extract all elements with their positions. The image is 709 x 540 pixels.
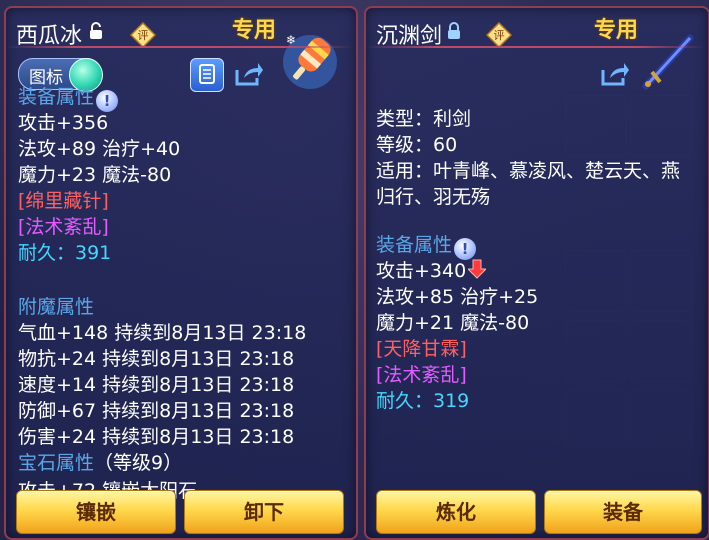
popsicle-icon: ❄ [280, 30, 340, 90]
attr-attack: 攻击+340 [376, 256, 487, 283]
lock-icon[interactable] [446, 22, 462, 40]
enchant-line: 气血+148 持续到8月13日 23:18 [18, 322, 307, 344]
enchant-section-title: 附魔属性 [18, 296, 95, 318]
enchant-line: 伤害+24 持续到8月13日 23:18 [18, 426, 295, 448]
inlay-button[interactable]: 镶嵌 [16, 490, 176, 534]
attr-mana: 魔力+21 魔法-80 [376, 312, 530, 334]
exclusive-label: 专用 [232, 18, 277, 43]
remove-button[interactable]: 卸下 [184, 490, 344, 534]
durability: 耐久：319 [376, 390, 470, 412]
item-tooltip-right: 沉渊剑 评 专用 类型：利剑 等级：60 适用：叶青峰、慕凌风、楚云天、燕 归行… [364, 6, 709, 540]
type-line: 类型：利剑 [376, 108, 472, 130]
divider [366, 46, 704, 48]
exclusive-label: 专用 [594, 18, 639, 43]
fashion-icon[interactable] [190, 58, 224, 92]
svg-text:评: 评 [494, 29, 505, 42]
level-line: 等级：60 [376, 134, 458, 156]
special-skill-2: [法术紊乱] [18, 216, 109, 238]
special-skill-1: [天降甘霖] [376, 338, 467, 360]
item-tooltip-left: 西瓜冰 评 专用 图标 ❄ 装备属性! 攻击+356 法攻+89 治疗+40 魔… [4, 6, 358, 540]
enchant-line: 物抗+24 持续到8月13日 23:18 [18, 348, 295, 370]
attr-mana: 魔力+23 魔法-80 [18, 164, 172, 186]
refine-button[interactable]: 炼化 [376, 490, 536, 534]
suitable-line-cont: 归行、羽无殇 [376, 186, 491, 208]
attr-magic-heal: 法攻+85 治疗+25 [376, 286, 539, 308]
share-icon[interactable] [232, 58, 264, 90]
gem-section-title: 宝石属性（等级9） [18, 452, 183, 474]
attr-attack: 攻击+356 [18, 112, 109, 134]
rating-icon[interactable]: 评 [485, 21, 513, 49]
rating-icon[interactable]: 评 [129, 21, 157, 49]
down-arrow-icon [468, 259, 487, 279]
sword-icon [638, 32, 698, 92]
attr-magic-heal: 法攻+89 治疗+40 [18, 138, 181, 160]
equip-button[interactable]: 装备 [544, 490, 702, 534]
suitable-line: 适用：叶青峰、慕凌风、楚云天、燕 [376, 160, 681, 182]
divider [6, 46, 352, 48]
share-icon[interactable] [598, 58, 630, 90]
svg-text:❄: ❄ [286, 33, 296, 47]
durability: 耐久：391 [18, 242, 112, 264]
special-skill-1: [绵里藏针] [18, 190, 109, 212]
lock-icon[interactable] [88, 22, 104, 40]
enchant-line: 速度+14 持续到8月13日 23:18 [18, 374, 295, 396]
special-skill-2: [法术紊乱] [376, 364, 467, 386]
svg-text:评: 评 [138, 29, 149, 42]
enchant-line: 防御+67 持续到8月13日 23:18 [18, 400, 295, 422]
